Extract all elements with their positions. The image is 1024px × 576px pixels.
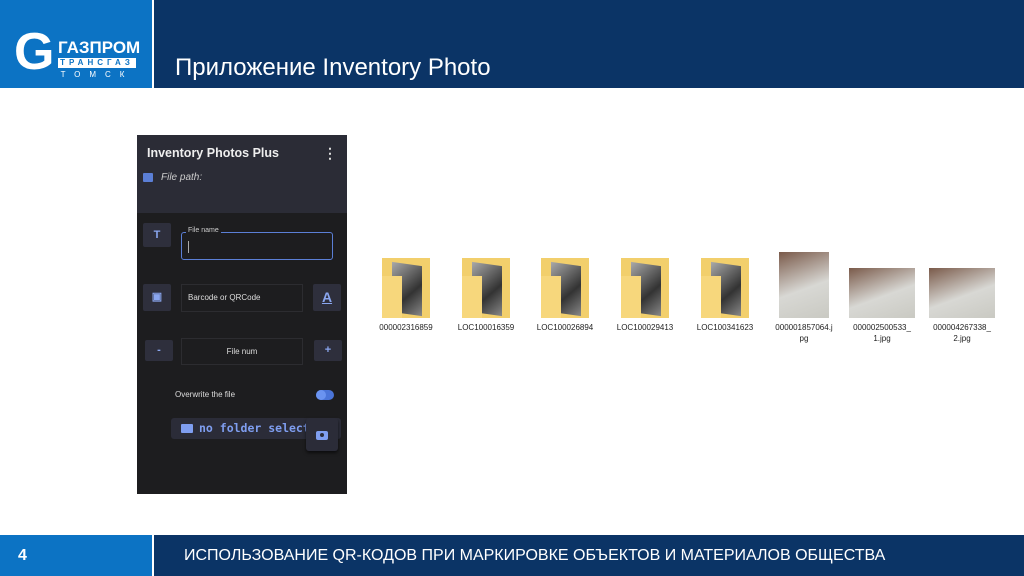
folder-item[interactable]: 000002316859 xyxy=(366,252,446,333)
folder-icon xyxy=(621,258,669,318)
decrement-button[interactable]: - xyxy=(145,340,173,361)
logo-line3: ТОМСК xyxy=(60,70,134,79)
file-name: LOC100029413 xyxy=(616,323,674,332)
file-name-input[interactable]: File name xyxy=(181,227,333,260)
overwrite-toggle[interactable] xyxy=(316,390,334,400)
file-name: 000002500533_1.jpg xyxy=(853,323,911,343)
page-number: 4 xyxy=(18,547,27,564)
folder-icon xyxy=(382,258,430,318)
image-thumbnail xyxy=(929,268,995,318)
file-name: 000002316859 xyxy=(379,323,433,332)
font-a-icon: A xyxy=(321,289,333,305)
text-recognition-button[interactable]: A xyxy=(313,284,341,311)
app-bar: Inventory Photos Plus ⋮ File path: xyxy=(137,135,347,213)
file-name: 000004267338_2.jpg xyxy=(933,323,991,343)
qr-code-icon: ▣ xyxy=(151,291,163,303)
gazprom-logo: G ГАЗПРОМ ТРАНСГАЗ ТОМСК xyxy=(14,12,141,81)
folder-item[interactable]: LOC100029413 xyxy=(605,252,685,333)
file-name-label: File name xyxy=(186,227,221,234)
file-name: 000001857064.jpg xyxy=(775,323,833,343)
text-mode-button[interactable]: T xyxy=(143,223,171,247)
folder-button-label: no folder selected xyxy=(199,421,324,435)
image-thumbnail xyxy=(849,268,915,318)
overwrite-label: Overwrite the file xyxy=(175,390,236,399)
file-num-input[interactable]: File num xyxy=(181,338,303,365)
app-screenshot: Inventory Photos Plus ⋮ File path: T Fil… xyxy=(137,135,347,494)
image-icon xyxy=(143,173,153,182)
image-file-item[interactable]: 000001857064.jpg xyxy=(764,252,844,344)
barcode-input[interactable]: Barcode or QRCode xyxy=(181,284,303,312)
camera-button[interactable] xyxy=(306,418,338,451)
file-name: LOC100341623 xyxy=(696,323,754,332)
file-name: LOC100026894 xyxy=(536,323,594,332)
slide-title: Приложение Inventory Photo xyxy=(175,54,491,81)
qr-scan-button[interactable]: ▣ xyxy=(143,284,171,311)
logo-line2: ТРАНСГАЗ xyxy=(58,58,136,68)
folder-item[interactable]: LOC100026894 xyxy=(525,252,605,333)
increment-button[interactable]: + xyxy=(314,340,342,361)
file-path-label: File path: xyxy=(161,172,203,183)
file-name: LOC100016359 xyxy=(457,323,515,332)
folder-icon xyxy=(181,424,193,433)
folder-icon xyxy=(541,258,589,318)
folder-item[interactable]: LOC100016359 xyxy=(446,252,526,333)
logo-brand: ГАЗПРОМ xyxy=(58,38,141,57)
header-logo-panel: G ГАЗПРОМ ТРАНСГАЗ ТОМСК xyxy=(0,0,152,88)
more-vert-icon[interactable]: ⋮ xyxy=(323,145,337,162)
folder-item[interactable]: LOC100341623 xyxy=(685,252,765,333)
logo-flame-g: G xyxy=(14,23,55,81)
folder-icon xyxy=(701,258,749,318)
image-file-item[interactable]: 000002500533_1.jpg xyxy=(842,252,922,344)
image-file-item[interactable]: 000004267338_2.jpg xyxy=(922,252,1002,344)
image-thumbnail xyxy=(779,252,829,318)
folder-icon xyxy=(462,258,510,318)
app-title: Inventory Photos Plus xyxy=(147,146,279,160)
footer-text: ИСПОЛЬЗОВАНИЕ QR-КОДОВ ПРИ МАРКИРОВКЕ ОБ… xyxy=(184,547,886,564)
